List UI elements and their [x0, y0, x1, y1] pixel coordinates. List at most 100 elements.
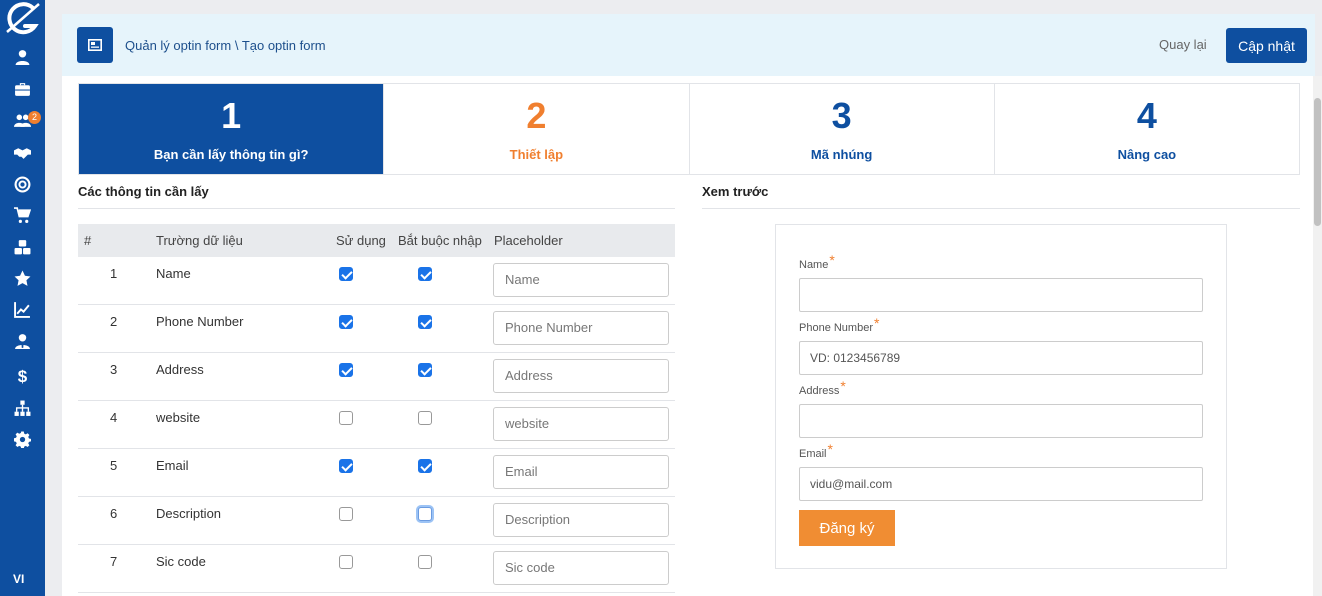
required-checkbox[interactable] — [418, 507, 432, 521]
gear-icon[interactable] — [12, 429, 32, 449]
placeholder-input[interactable]: Name — [493, 263, 669, 297]
col-field: Trường dữ liệu — [156, 233, 243, 248]
preview-input-name[interactable] — [799, 278, 1203, 312]
step-label: Mã nhúng — [810, 147, 873, 162]
use-checkbox[interactable] — [339, 363, 353, 377]
use-checkbox[interactable] — [339, 267, 353, 281]
header-bar: Quản lý optin form \ Tạo optin form Quay… — [62, 14, 1315, 76]
row-index: 3 — [110, 362, 118, 377]
cubes-icon[interactable] — [12, 237, 32, 257]
step-number: 2 — [526, 95, 547, 136]
table-row: 4 website website — [78, 401, 675, 449]
use-checkbox[interactable] — [339, 459, 353, 473]
use-checkbox[interactable] — [339, 555, 353, 569]
update-button[interactable]: Cập nhật — [1226, 28, 1307, 63]
placeholder-input[interactable]: Sic code — [493, 551, 669, 585]
breadcrumb[interactable]: Quản lý optin form \ Tạo optin form — [125, 38, 326, 53]
preview-label-email: Email* — [799, 441, 833, 460]
required-checkbox[interactable] — [418, 411, 432, 425]
field-name: Email — [156, 458, 189, 473]
table-row: 6 Description Description — [78, 497, 675, 545]
field-name: Sic code — [156, 554, 206, 569]
field-name: Description — [156, 506, 222, 521]
placeholder-input[interactable]: Phone Number — [493, 311, 669, 345]
chart-line-icon[interactable] — [12, 299, 32, 319]
cart-icon[interactable] — [12, 205, 32, 225]
sitemap-icon[interactable] — [12, 398, 32, 418]
divider — [702, 208, 1300, 209]
step-number: 3 — [831, 95, 852, 136]
col-use: Sử dụng — [336, 233, 386, 248]
step-number: 4 — [1136, 95, 1157, 136]
required-checkbox[interactable] — [418, 363, 432, 377]
use-checkbox[interactable] — [339, 411, 353, 425]
scrollbar[interactable] — [1313, 76, 1322, 596]
logo-icon[interactable] — [3, 2, 41, 38]
fields-section-title: Các thông tin cần lấy — [78, 184, 209, 199]
user-icon[interactable] — [12, 47, 32, 67]
preview-input-address[interactable] — [799, 404, 1203, 438]
step-3[interactable]: 3 Mã nhúng — [688, 84, 994, 174]
step-label: Thiết lập — [509, 147, 564, 162]
row-index: 2 — [110, 314, 118, 329]
user-tie-icon[interactable] — [12, 331, 32, 351]
sidebar: 2 $ VI — [0, 0, 45, 596]
required-checkbox[interactable] — [418, 315, 432, 329]
table-row: 1 Name Name — [78, 257, 675, 305]
table-row: 2 Phone Number Phone Number — [78, 305, 675, 353]
col-required: Bắt buộc nhập — [398, 233, 482, 248]
placeholder-input[interactable]: Email — [493, 455, 669, 489]
required-checkbox[interactable] — [418, 267, 432, 281]
placeholder-input[interactable]: Description — [493, 503, 669, 537]
preview-label-name: Name* — [799, 252, 835, 271]
form-icon[interactable] — [77, 27, 113, 63]
required-checkbox[interactable] — [418, 459, 432, 473]
col-placeholder: Placeholder — [494, 233, 563, 248]
star-icon[interactable] — [12, 268, 32, 288]
svg-text:$: $ — [17, 367, 27, 384]
use-checkbox[interactable] — [339, 315, 353, 329]
dollar-icon[interactable]: $ — [12, 365, 32, 385]
field-name: Phone Number — [156, 314, 244, 329]
step-number: 1 — [221, 95, 242, 136]
step-2[interactable]: 2 Thiết lập — [383, 84, 688, 174]
back-link[interactable]: Quay lại — [1159, 37, 1207, 52]
field-name: website — [156, 410, 201, 425]
preview-label-phone: Phone Number* — [799, 315, 880, 334]
submit-button[interactable]: Đăng ký — [799, 510, 895, 546]
step-label: Nâng cao — [1117, 147, 1177, 162]
step-4[interactable]: 4 Nâng cao — [993, 84, 1299, 174]
table-header: # Trường dữ liệu Sử dụng Bắt buộc nhập P… — [78, 224, 675, 257]
wizard-steps: 1 Bạn cần lấy thông tin gì? 2 Thiết lập … — [78, 83, 1300, 175]
handshake-icon[interactable] — [12, 143, 32, 163]
row-index: 5 — [110, 458, 118, 473]
placeholder-input[interactable]: website — [493, 407, 669, 441]
step-1[interactable]: 1 Bạn cần lấy thông tin gì? — [79, 84, 384, 174]
preview-section-title: Xem trước — [702, 184, 769, 199]
fields-table: # Trường dữ liệu Sử dụng Bắt buộc nhập P… — [78, 224, 675, 593]
row-index: 6 — [110, 506, 118, 521]
divider — [78, 208, 675, 209]
briefcase-icon[interactable] — [12, 79, 32, 99]
form-preview: Name* Phone Number* VD: 0123456789 Addre… — [775, 224, 1227, 569]
field-name: Name — [156, 266, 191, 281]
table-row: 7 Sic code Sic code — [78, 545, 675, 593]
preview-input-phone[interactable]: VD: 0123456789 — [799, 341, 1203, 375]
use-checkbox[interactable] — [339, 507, 353, 521]
target-icon[interactable] — [12, 174, 32, 194]
table-row: 5 Email Email — [78, 449, 675, 497]
row-index: 7 — [110, 554, 118, 569]
table-row: 3 Address Address — [78, 353, 675, 401]
row-index: 1 — [110, 266, 118, 281]
placeholder-input[interactable]: Address — [493, 359, 669, 393]
scrollbar-thumb[interactable] — [1314, 98, 1321, 226]
field-name: Address — [156, 362, 204, 377]
preview-label-address: Address* — [799, 378, 846, 397]
row-index: 4 — [110, 410, 118, 425]
col-index: # — [84, 233, 92, 248]
notification-badge: 2 — [28, 111, 41, 124]
step-label: Bạn cần lấy thông tin gì? — [153, 147, 309, 162]
language-switcher[interactable]: VI — [13, 572, 24, 586]
preview-input-email[interactable]: vidu@mail.com — [799, 467, 1203, 501]
required-checkbox[interactable] — [418, 555, 432, 569]
